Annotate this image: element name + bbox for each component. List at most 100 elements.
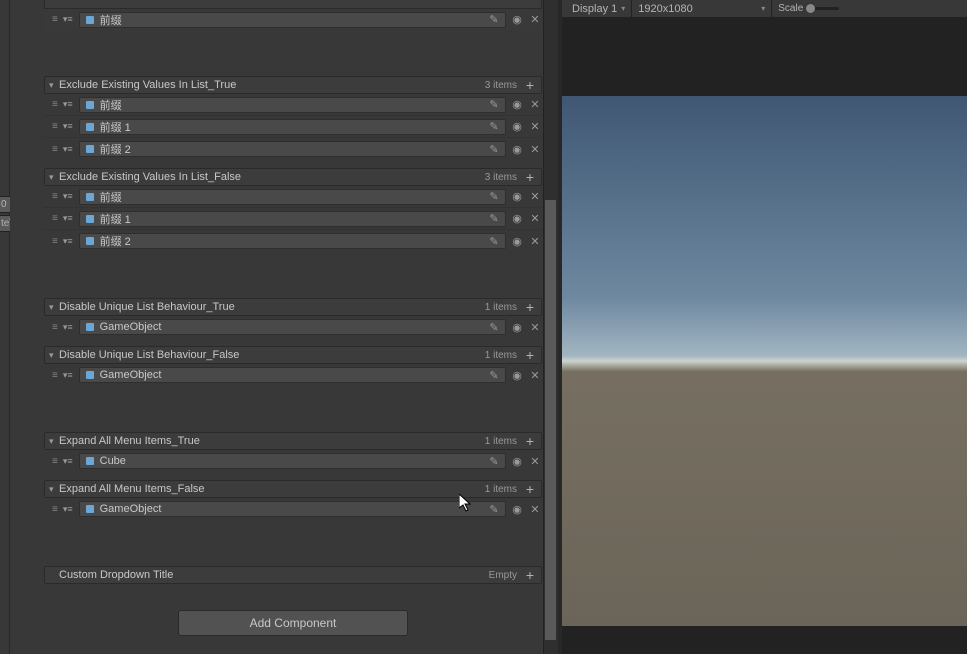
list-header[interactable]: ▾ Disable Unique List Behaviour_False 1 … (44, 346, 542, 364)
select-icon[interactable]: ◉ (510, 503, 524, 516)
select-icon[interactable]: ◉ (510, 143, 524, 156)
object-field[interactable]: 前缀 2✎ (79, 141, 506, 157)
foldout-icon[interactable]: ▾≡ (63, 144, 73, 155)
select-icon[interactable]: ◉ (510, 212, 524, 225)
drag-handle-icon[interactable]: ≡ (52, 456, 57, 467)
foldout-icon[interactable]: ▾≡ (63, 456, 73, 467)
foldout-icon[interactable]: ▾≡ (63, 213, 73, 224)
edit-icon[interactable]: ✎ (487, 455, 501, 468)
list-item[interactable]: ≡ ▾≡ GameObject✎ ◉ ✕ (44, 364, 542, 386)
select-icon[interactable]: ◉ (510, 235, 524, 248)
remove-icon[interactable]: ✕ (528, 369, 542, 382)
list-item[interactable]: ≡ ▾≡ Cube✎ ◉ ✕ (44, 450, 542, 472)
foldout-icon[interactable]: ▾≡ (63, 504, 73, 515)
drag-handle-icon[interactable]: ≡ (52, 213, 57, 224)
foldout-icon[interactable]: ▾≡ (63, 191, 73, 202)
drag-handle-icon[interactable]: ≡ (52, 144, 57, 155)
drag-handle-icon[interactable]: ≡ (52, 322, 57, 333)
object-field[interactable]: GameObject✎ (79, 319, 506, 335)
foldout-icon[interactable]: ▾ (49, 302, 59, 313)
object-field[interactable]: 前缀✎ (79, 97, 506, 113)
foldout-icon[interactable]: ▾≡ (63, 370, 73, 381)
edit-icon[interactable]: ✎ (487, 13, 501, 26)
foldout-icon[interactable]: ▾≡ (63, 14, 73, 25)
object-field[interactable]: 前缀 2✎ (79, 233, 506, 249)
edit-icon[interactable]: ✎ (487, 503, 501, 516)
scrollbar-thumb[interactable] (545, 200, 556, 640)
drag-handle-icon[interactable]: ≡ (52, 236, 57, 247)
foldout-icon[interactable]: ▾≡ (63, 99, 73, 110)
list-header[interactable]: ▾ Expand All Menu Items_True 1 items + (44, 432, 542, 450)
list-header[interactable]: ▾ Expand All Menu Items_False 1 items + (44, 480, 542, 498)
object-field[interactable]: 前缀 1✎ (79, 211, 506, 227)
list-item[interactable]: ≡ ▾≡ GameObject✎ ◉ ✕ (44, 316, 542, 338)
remove-icon[interactable]: ✕ (528, 120, 542, 133)
add-button[interactable]: + (523, 301, 537, 313)
edit-icon[interactable]: ✎ (487, 235, 501, 248)
list-item[interactable]: ≡ ▾≡ 前缀 1✎ ◉ ✕ (44, 116, 542, 138)
drag-handle-icon[interactable]: ≡ (52, 99, 57, 110)
list-item[interactable]: ≡ ▾≡ 前缀 2✎ ◉ ✕ (44, 138, 542, 160)
remove-icon[interactable]: ✕ (528, 212, 542, 225)
resolution-dropdown[interactable]: 1920x1080▾ (632, 0, 772, 17)
object-field[interactable]: GameObject✎ (79, 501, 506, 517)
inspector-scrollbar[interactable] (543, 0, 558, 654)
list-item[interactable]: ≡ ▾≡ 前缀 ✎ ◉ ✕ (44, 8, 542, 30)
list-item[interactable]: ≡▾≡前缀✎◉✕ (44, 186, 542, 208)
add-button[interactable]: + (523, 79, 537, 91)
remove-icon[interactable]: ✕ (528, 455, 542, 468)
game-viewport[interactable] (562, 18, 967, 654)
edit-icon[interactable]: ✎ (487, 98, 501, 111)
select-icon[interactable]: ◉ (510, 321, 524, 334)
edit-icon[interactable]: ✎ (487, 369, 501, 382)
add-button[interactable]: + (523, 483, 537, 495)
list-header[interactable]: ▾ Exclude Existing Values In List_False … (44, 168, 542, 186)
list-header[interactable]: ▾ Exclude Existing Values In List_True 3… (44, 76, 542, 94)
display-dropdown[interactable]: Display 1▾ (566, 0, 632, 17)
foldout-icon[interactable]: ▾ (49, 80, 59, 91)
edit-icon[interactable]: ✎ (487, 212, 501, 225)
add-button[interactable]: + (523, 435, 537, 447)
edit-icon[interactable]: ✎ (487, 120, 501, 133)
drag-handle-icon[interactable]: ≡ (52, 191, 57, 202)
add-button[interactable]: + (523, 171, 537, 183)
remove-icon[interactable]: ✕ (528, 321, 542, 334)
remove-icon[interactable]: ✕ (528, 13, 542, 26)
list-item[interactable]: ≡ ▾≡ GameObject✎ ◉ ✕ (44, 498, 542, 520)
list-item[interactable]: ≡▾≡前缀 2✎◉✕ (44, 230, 542, 252)
select-icon[interactable]: ◉ (510, 13, 524, 26)
object-field[interactable]: 前缀 ✎ (79, 12, 506, 28)
foldout-icon[interactable]: ▾ (49, 436, 59, 447)
remove-icon[interactable]: ✕ (528, 503, 542, 516)
add-button[interactable]: + (523, 569, 537, 581)
foldout-icon[interactable]: ▾≡ (63, 236, 73, 247)
foldout-icon[interactable]: ▾ (49, 350, 59, 361)
foldout-icon[interactable]: ▾≡ (63, 322, 73, 333)
select-icon[interactable]: ◉ (510, 455, 524, 468)
drag-handle-icon[interactable]: ≡ (52, 370, 57, 381)
list-header[interactable]: ▾ Custom Dropdown Title Empty + (44, 566, 542, 584)
remove-icon[interactable]: ✕ (528, 143, 542, 156)
object-field[interactable]: Cube✎ (79, 453, 506, 469)
select-icon[interactable]: ◉ (510, 98, 524, 111)
list-item[interactable]: ≡ ▾≡ 前缀 1✎ ◉ ✕ (44, 208, 542, 230)
drag-handle-icon[interactable]: ≡ (52, 14, 57, 25)
select-icon[interactable]: ◉ (510, 369, 524, 382)
list-header[interactable]: ▾ Disable Unique List Behaviour_True 1 i… (44, 298, 542, 316)
object-field[interactable]: 前缀 1✎ (79, 119, 506, 135)
add-component-button[interactable]: Add Component (178, 610, 408, 636)
select-icon[interactable]: ◉ (510, 120, 524, 133)
add-button[interactable]: + (523, 349, 537, 361)
edit-icon[interactable]: ✎ (487, 321, 501, 334)
object-field[interactable]: GameObject✎ (79, 367, 506, 383)
remove-icon[interactable]: ✕ (528, 98, 542, 111)
foldout-icon[interactable]: ▾ (49, 172, 59, 183)
object-field[interactable]: 前缀✎ (79, 189, 506, 205)
select-icon[interactable]: ◉ (510, 190, 524, 203)
drag-handle-icon[interactable]: ≡ (52, 504, 57, 515)
edit-icon[interactable]: ✎ (487, 190, 501, 203)
edit-icon[interactable]: ✎ (487, 143, 501, 156)
foldout-icon[interactable]: ▾ (49, 484, 59, 495)
foldout-icon[interactable]: ▾≡ (63, 121, 73, 132)
drag-handle-icon[interactable]: ≡ (52, 121, 57, 132)
